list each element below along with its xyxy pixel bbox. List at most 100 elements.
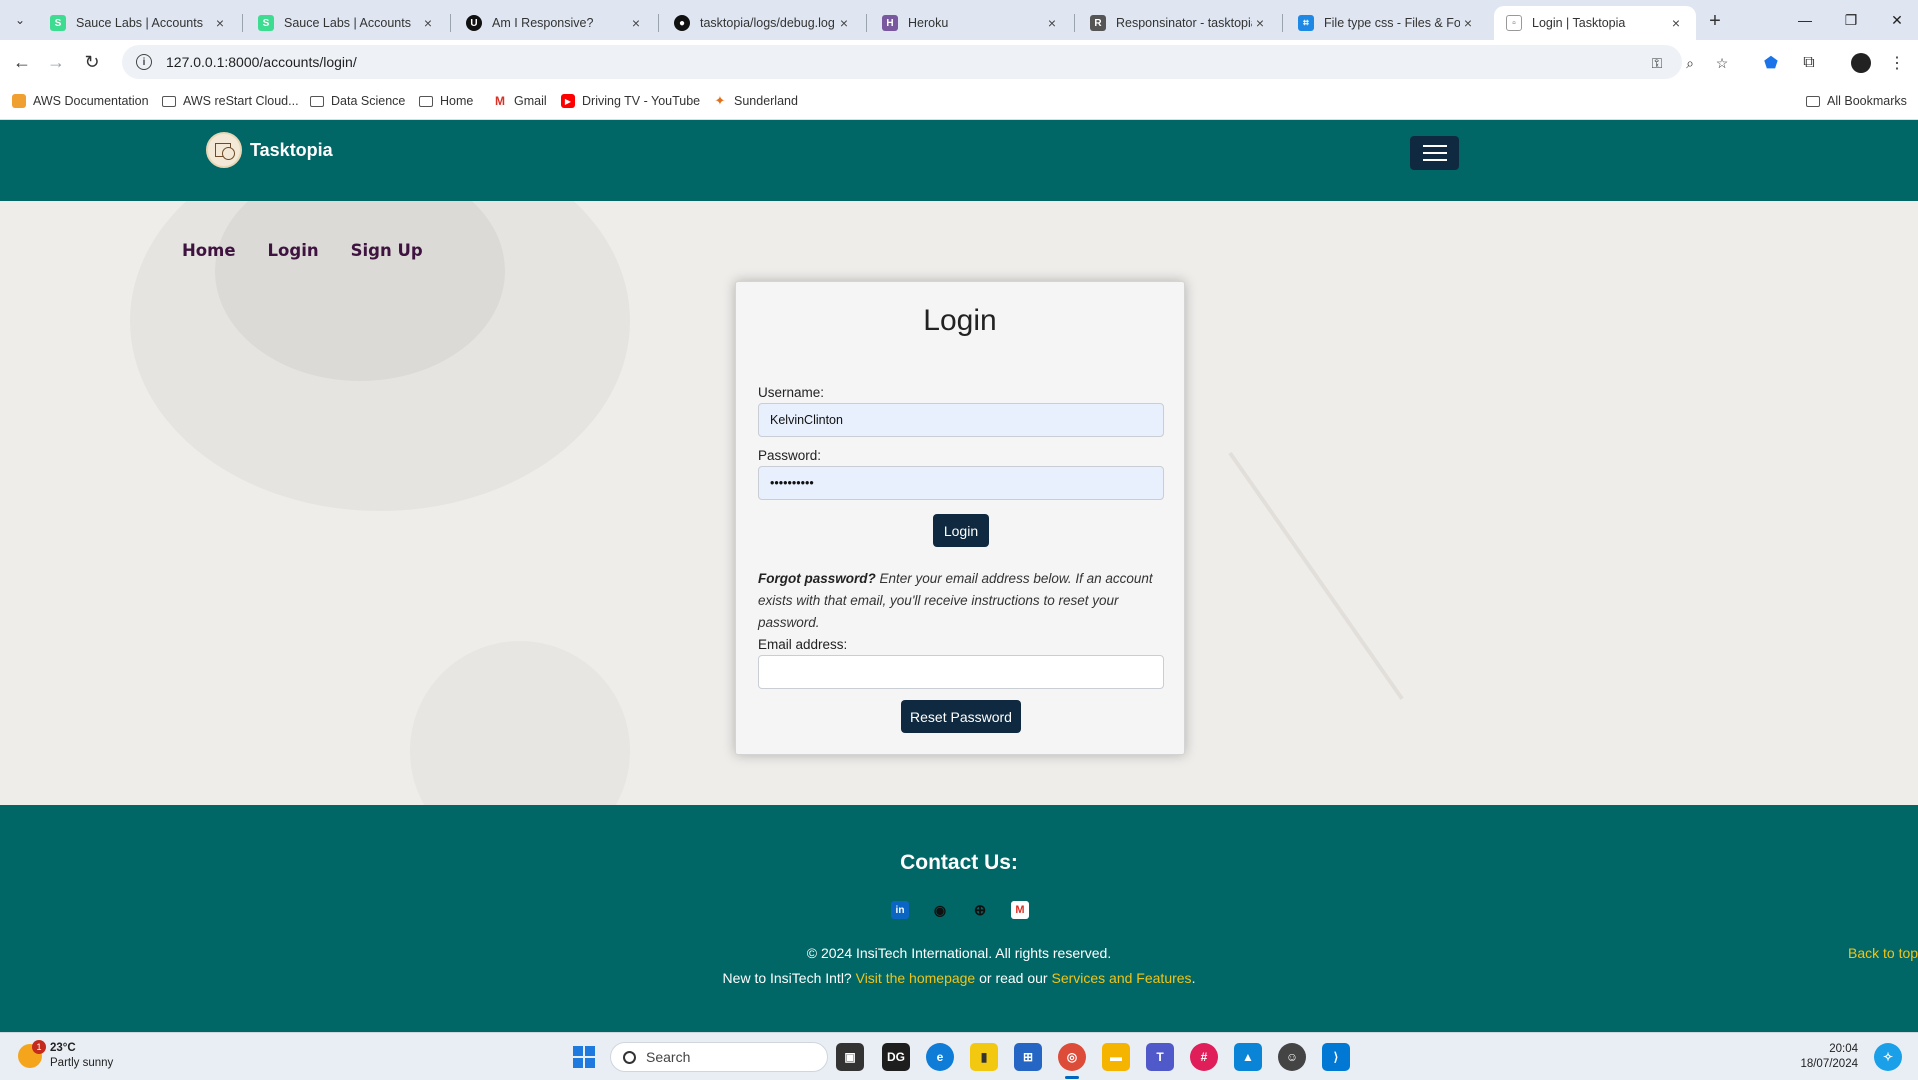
edge-icon[interactable]: e (926, 1043, 954, 1071)
taskbar-search[interactable]: Search (610, 1042, 828, 1072)
browser-tabstrip: ⌄ S Sauce Labs | Accounts × S Sauce Labs… (0, 0, 1918, 40)
file-explorer-icon[interactable]: ▬ (1102, 1043, 1130, 1071)
vscode-icon[interactable]: ⟩ (1322, 1043, 1350, 1071)
folder-icon (310, 94, 324, 108)
nav-link-login[interactable]: Login (268, 241, 319, 260)
site-info-icon[interactable]: i (136, 54, 152, 70)
datagrip-icon[interactable]: DG (882, 1043, 910, 1071)
teams-icon[interactable]: T (1146, 1043, 1174, 1071)
notification-badge: 1 (32, 1040, 46, 1054)
task-view-icon[interactable]: ▣ (836, 1043, 864, 1071)
forgot-password-text: Forgot password? Enter your email addres… (758, 568, 1168, 634)
gmail-icon[interactable]: M (1011, 901, 1029, 919)
browser-tab[interactable]: S Sauce Labs | Accounts × (246, 6, 448, 40)
minimize-button[interactable]: — (1782, 0, 1828, 40)
browser-tab[interactable]: R Responsinator - tasktopia × (1078, 6, 1280, 40)
photos-icon[interactable]: ▲ (1234, 1043, 1262, 1071)
browser-tab[interactable]: ⌗ File type css - Files & Fold × (1286, 6, 1488, 40)
bookmark-driving-tv[interactable]: ▶ Driving TV - YouTube (561, 91, 700, 111)
taskbar-search-placeholder: Search (646, 1049, 691, 1065)
visit-homepage-link[interactable]: Visit the homepage (856, 970, 976, 986)
tab-search-button[interactable]: ⌄ (8, 8, 32, 32)
linkedin-icon[interactable]: in (891, 901, 909, 919)
extension-shield-icon[interactable]: ⬟ (1760, 52, 1782, 74)
nav-link-home[interactable]: Home (182, 241, 236, 260)
password-key-icon[interactable]: ⚿ (1648, 54, 1666, 72)
restore-button[interactable]: ❐ (1828, 0, 1874, 40)
email-input[interactable] (758, 655, 1164, 689)
bookmark-aws-restart[interactable]: AWS reStart Cloud... (162, 91, 299, 111)
bookmark-data-science[interactable]: Data Science (310, 91, 405, 111)
close-icon[interactable]: × (420, 15, 436, 31)
login-section: Home Login Sign Up Login Username: Kelvi… (0, 201, 1918, 805)
email-label: Email address: (758, 637, 848, 652)
nav-link-signup[interactable]: Sign Up (351, 241, 423, 260)
store-icon[interactable]: ⊞ (1014, 1043, 1042, 1071)
reload-button[interactable]: ↻ (78, 48, 106, 76)
new-to-text: New to InsiTech Intl? (722, 970, 852, 986)
forward-button[interactable]: → (42, 48, 70, 76)
emoji-app-icon[interactable]: ☺ (1278, 1043, 1306, 1071)
browser-toolbar: ← → ↻ i 127.0.0.1:8000/accounts/login/ ⚿… (0, 40, 1918, 82)
slack-icon[interactable]: # (1190, 1043, 1218, 1071)
password-input[interactable]: •••••••••• (758, 466, 1164, 500)
browser-tab[interactable]: S Sauce Labs | Accounts × (38, 6, 240, 40)
close-icon[interactable]: × (212, 15, 228, 31)
address-url[interactable]: 127.0.0.1:8000/accounts/login/ (166, 54, 357, 70)
tab-divider (242, 14, 243, 32)
browser-tab[interactable]: H Heroku × (870, 6, 1072, 40)
bookmark-sunderland[interactable]: ✦ Sunderland (713, 91, 798, 111)
address-bar[interactable]: i 127.0.0.1:8000/accounts/login/ ⚿ ⌕ ☆ (122, 45, 1728, 79)
username-input[interactable]: KelvinClinton (758, 403, 1164, 437)
login-card: Login Username: KelvinClinton Password: … (735, 281, 1185, 755)
extensions-puzzle-icon[interactable]: ⧉ (1798, 52, 1820, 74)
tasktopia-logo-icon (206, 132, 242, 168)
close-icon[interactable]: × (1044, 15, 1060, 31)
back-button[interactable]: ← (8, 48, 36, 76)
browser-tab[interactable]: U Am I Responsive? × (454, 6, 656, 40)
zoom-icon[interactable]: ⌕ (1681, 54, 1699, 72)
bookmark-star-icon[interactable]: ☆ (1713, 54, 1731, 72)
profile-avatar[interactable] (1851, 53, 1871, 73)
close-icon[interactable]: × (628, 15, 644, 31)
start-button[interactable] (573, 1046, 595, 1068)
more-menu-icon[interactable]: ⋮ (1886, 52, 1908, 74)
clock-time: 20:04 (1829, 1043, 1858, 1055)
web-page: Tasktopia Home Login Sign Up Login Usern… (0, 120, 1918, 1032)
globe-icon[interactable]: ⊕ (971, 901, 989, 919)
bookmark-home[interactable]: Home (419, 91, 473, 111)
tab-divider (450, 14, 451, 32)
password-label: Password: (758, 448, 822, 463)
login-button[interactable]: Login (933, 514, 989, 547)
bookmark-gmail[interactable]: M Gmail (493, 91, 547, 111)
brand-link[interactable]: Tasktopia (206, 132, 333, 168)
reload-icon: ↻ (84, 51, 100, 72)
browser-tab-active[interactable]: ▫ Login | Tasktopia × (1494, 6, 1696, 40)
github-icon: ● (674, 15, 690, 31)
bookmark-aws-documentation[interactable]: AWS Documentation (12, 91, 149, 111)
close-icon[interactable]: × (1668, 15, 1684, 31)
site-footer: Contact Us: in ◉ ⊕ M © 2024 InsiTech Int… (0, 805, 1918, 1032)
active-app-indicator (1065, 1076, 1079, 1079)
navbar-toggle-button[interactable] (1410, 136, 1459, 170)
services-features-link[interactable]: Services and Features (1051, 970, 1191, 986)
github-icon[interactable]: ◉ (931, 901, 949, 919)
chrome-icon[interactable]: ◎ (1058, 1043, 1086, 1071)
power-bi-icon[interactable]: ▮ (970, 1043, 998, 1071)
close-icon[interactable]: × (1460, 15, 1476, 31)
minimize-icon: — (1798, 12, 1812, 28)
weather-widget[interactable]: 1 23°C Partly sunny (18, 1040, 113, 1071)
system-clock[interactable]: 20:04 18/07/2024 (1794, 1042, 1858, 1072)
copilot-icon[interactable]: ✧ (1874, 1043, 1902, 1071)
reset-password-button[interactable]: Reset Password (901, 700, 1021, 733)
new-tab-button[interactable]: + (1702, 8, 1728, 34)
back-to-top-link[interactable]: Back to top (1848, 945, 1918, 961)
bookmarks-bar: AWS Documentation AWS reStart Cloud... D… (0, 82, 1918, 120)
all-bookmarks[interactable]: All Bookmarks (1806, 91, 1907, 111)
forgot-password-heading: Forgot password? (758, 571, 876, 586)
browser-tab[interactable]: ● tasktopia/logs/debug.log × (662, 6, 864, 40)
sunderland-icon: ✦ (714, 93, 726, 108)
close-icon[interactable]: × (836, 15, 852, 31)
close-window-button[interactable]: ✕ (1874, 0, 1918, 40)
close-icon[interactable]: × (1252, 15, 1268, 31)
